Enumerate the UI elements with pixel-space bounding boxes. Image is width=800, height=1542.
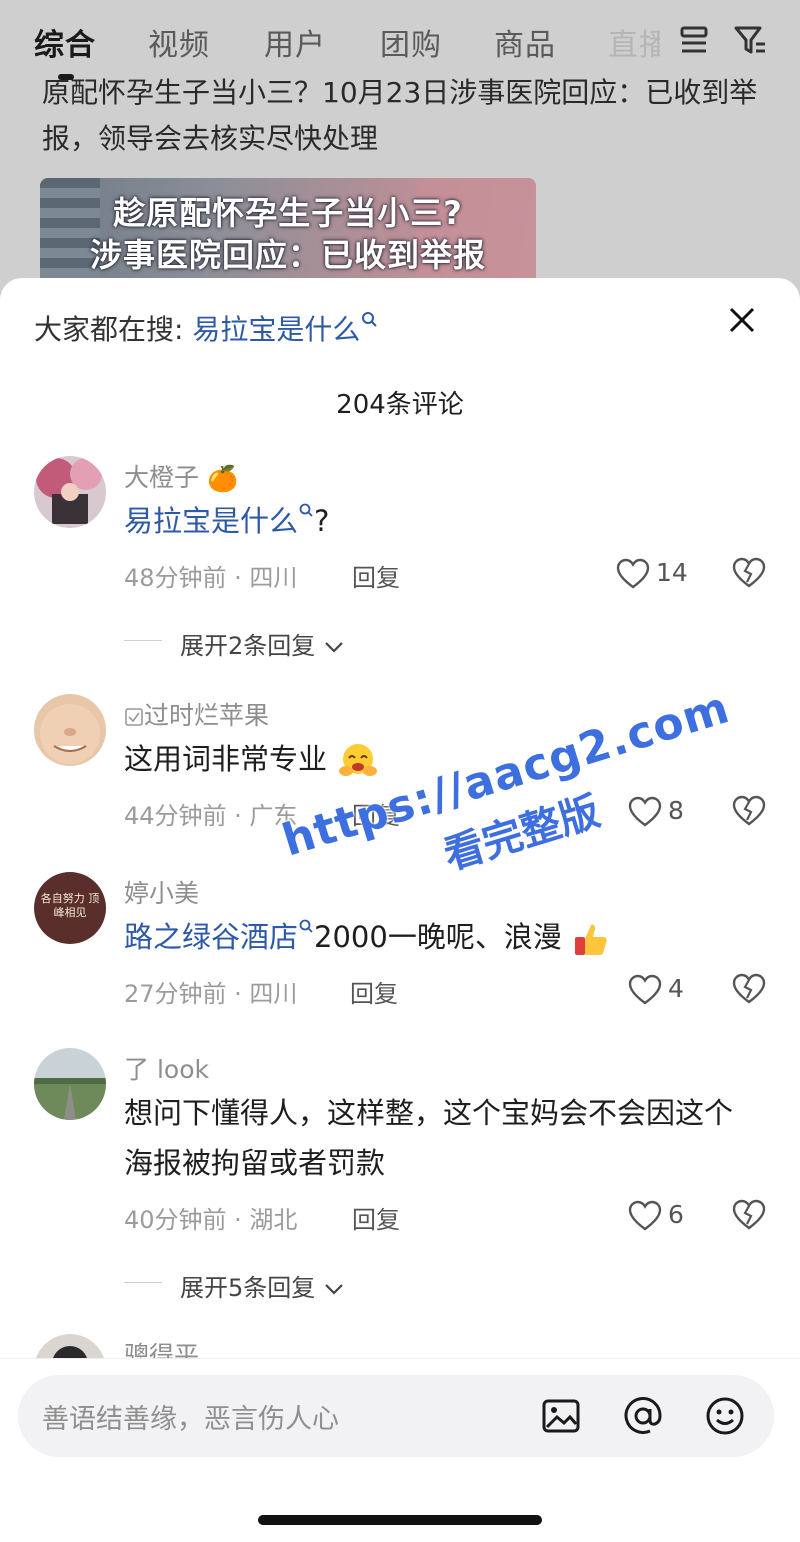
background-search-page: 综合 视频 用户 团购 商品 直播 原配怀孕生子当小三？10月23日涉事医院回应… (0, 0, 800, 300)
expand-replies-text: 展开5条回复 (180, 1274, 316, 1302)
orange-emoji: 🍊 (206, 464, 239, 493)
reply-button[interactable]: 回复 (352, 796, 400, 831)
filter-icon[interactable] (732, 22, 768, 58)
comment-time-location: 27分钟前 · 四川 (124, 980, 298, 1008)
comment-body: 2000一晚呢、浪漫 (314, 920, 562, 954)
comment-time-location: 44分钟前 · 广东 (124, 802, 298, 830)
heart-icon (628, 796, 662, 827)
like-button[interactable]: 8 (628, 794, 708, 830)
avatar-motto: 各自努力 顶峰相见 (40, 892, 100, 919)
comment-text: 易拉宝是什么? (124, 496, 764, 546)
reply-button[interactable]: 回复 (352, 558, 400, 593)
checkbox-icon (125, 708, 143, 726)
tab-group-buy[interactable]: 团购 (380, 20, 442, 64)
avatar[interactable]: 各自努力 顶峰相见 (34, 872, 106, 944)
comment-input-bar: 善语结善缘，恶言伤人心 (0, 1358, 800, 1542)
like-count: 4 (668, 974, 684, 1003)
avatar[interactable] (34, 1048, 106, 1120)
tab-comprehensive[interactable]: 综合 (34, 20, 96, 64)
comment-input-placeholder: 善语结善缘，恶言伤人心 (42, 1404, 339, 1435)
home-indicator (258, 1515, 542, 1525)
search-icon (362, 312, 378, 327)
heart-icon (628, 974, 662, 1005)
like-button[interactable]: 4 (628, 972, 708, 1008)
image-icon[interactable] (540, 1395, 582, 1437)
comment-body: 这用词非常专业 (124, 742, 328, 776)
trending-search-label: 大家都在搜: (34, 313, 184, 346)
like-button[interactable]: 14 (616, 556, 696, 592)
broken-heart-icon[interactable] (732, 1198, 766, 1232)
comment-username[interactable]: 骢得平 (124, 1336, 199, 1358)
comment-keyword-link[interactable]: 易拉宝是什么 (124, 504, 298, 538)
expand-replies-button[interactable]: 展开2条回复 (180, 626, 345, 661)
hugging-face-emoji (339, 744, 378, 776)
comment-item: 骢得平 (0, 1334, 800, 1358)
comment-keyword-link[interactable]: 路之绿谷酒店 (124, 920, 298, 954)
close-icon[interactable] (724, 302, 760, 338)
at-icon[interactable] (622, 1395, 664, 1437)
comment-sheet: 大家都在搜: 易拉宝是什么 204条评论 大橙子 🍊 易拉宝是什么? 48分钟前… (0, 278, 800, 1542)
like-count: 14 (656, 558, 688, 587)
trending-search-hint: 大家都在搜: 易拉宝是什么 (34, 308, 378, 348)
broken-heart-icon[interactable] (732, 794, 766, 828)
avatar[interactable] (34, 694, 106, 766)
comment-username[interactable]: 了 look (124, 1050, 209, 1086)
reply-button[interactable]: 回复 (350, 974, 398, 1009)
comment-time-location: 40分钟前 · 湖北 (124, 1206, 298, 1234)
expand-replies-text: 展开2条回复 (180, 632, 316, 660)
chevron-down-icon (325, 642, 343, 653)
tab-video[interactable]: 视频 (148, 20, 210, 64)
avatar[interactable] (34, 1334, 106, 1358)
thumbs-up-emoji (575, 924, 607, 955)
heart-icon (628, 1200, 662, 1231)
expand-divider (124, 1282, 162, 1283)
comment-input[interactable]: 善语结善缘，恶言伤人心 (18, 1375, 774, 1457)
search-icon (299, 503, 313, 517)
comment-username[interactable]: 大橙子 🍊 (124, 458, 238, 494)
comment-count-title: 204条评论 (336, 390, 464, 420)
chevron-down-icon (325, 1284, 343, 1295)
search-icon (299, 919, 313, 933)
tab-products[interactable]: 商品 (494, 20, 556, 64)
comment-username[interactable]: 过时烂苹果 (124, 696, 269, 732)
emoji-icon[interactable] (704, 1395, 746, 1437)
comment-body: ? (314, 504, 330, 538)
username-text: 大橙子 (124, 463, 200, 492)
reply-button[interactable]: 回复 (352, 1200, 400, 1235)
like-count: 8 (668, 796, 684, 825)
comment-text: 这用词非常专业 (124, 734, 764, 784)
avatar[interactable] (34, 456, 106, 528)
broken-heart-icon[interactable] (732, 972, 766, 1006)
username-text: 过时烂苹果 (144, 701, 270, 730)
news-headline[interactable]: 原配怀孕生子当小三？10月23日涉事医院回应：已收到举报，领导会去核实尽快处理 (42, 70, 762, 162)
comment-time-location: 48分钟前 · 四川 (124, 564, 298, 592)
like-button[interactable]: 6 (628, 1198, 708, 1234)
comment-text: 路之绿谷酒店 2000一晚呢、浪漫 (124, 912, 764, 962)
tab-users[interactable]: 用户 (264, 20, 326, 64)
like-count: 6 (668, 1200, 684, 1229)
list-icon[interactable] (676, 22, 712, 58)
trending-search-keyword[interactable]: 易拉宝是什么 (192, 313, 360, 346)
broken-heart-icon[interactable] (732, 556, 766, 590)
heart-icon (616, 558, 650, 589)
tab-live[interactable]: 直播 (608, 20, 660, 64)
comment-text: 想问下懂得人，这样整，这个宝妈会不会因这个海报被拘留或者罚款 (124, 1096, 734, 1180)
comment-username[interactable]: 婷小美 (124, 874, 199, 910)
thumbnail-caption-1: 趁原配怀孕生子当小三? (113, 194, 463, 232)
thumbnail-caption-2: 涉事医院回应：已收到举报 (89, 236, 486, 274)
expand-divider (124, 640, 162, 641)
expand-replies-button[interactable]: 展开5条回复 (180, 1268, 345, 1303)
